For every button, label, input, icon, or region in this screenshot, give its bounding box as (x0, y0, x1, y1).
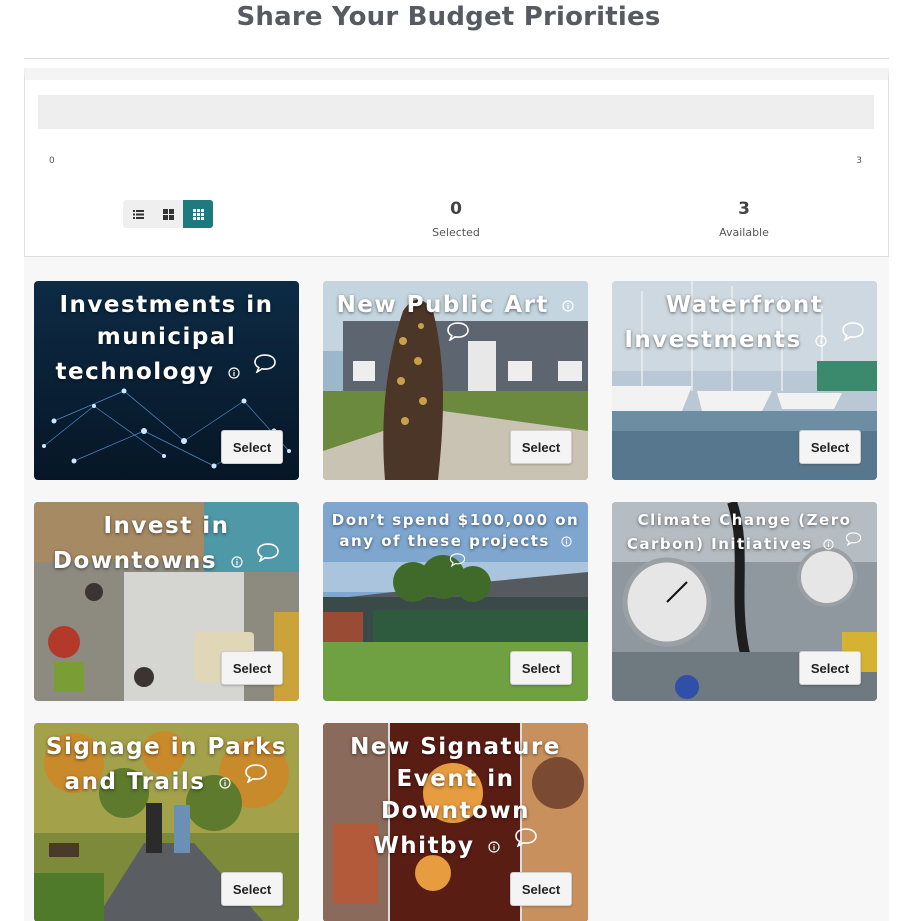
info-icon[interactable] (228, 366, 240, 379)
card-title: Waterfront Investments (618, 289, 871, 356)
info-icon[interactable] (219, 776, 231, 789)
select-button[interactable]: Select (221, 651, 283, 685)
small-grid-view-button[interactable] (183, 200, 213, 228)
small-grid-icon (192, 208, 204, 220)
info-icon[interactable] (560, 536, 572, 547)
info-icon[interactable] (823, 539, 835, 550)
list-icon (132, 209, 144, 219)
selection-progress-bar (38, 95, 874, 129)
comment-icon[interactable] (256, 542, 280, 562)
comment-icon[interactable] (446, 321, 470, 341)
priority-card-climate-change[interactable]: Climate Change (Zero Carbon) Initiatives… (612, 502, 877, 701)
comment-icon[interactable] (841, 321, 865, 341)
comment-icon[interactable] (845, 531, 862, 546)
card-title: Signage in Parks and Trails (45, 734, 288, 795)
select-button[interactable]: Select (221, 430, 283, 464)
selected-label: Selected (432, 226, 480, 239)
page-title: Share Your Budget Priorities (236, 2, 661, 32)
priority-card-signature-event[interactable]: New Signature Event in Downtown Whitby S… (323, 723, 588, 921)
selection-summary-panel: 0 3 0 Selected 3 Available (24, 68, 889, 257)
info-icon[interactable] (562, 299, 575, 312)
selected-stat: 0 Selected (386, 199, 526, 239)
priority-card-invest-in-downtowns[interactable]: Invest in Downtowns Select (34, 502, 299, 701)
progress-min-label: 0 (49, 156, 55, 166)
comment-icon[interactable] (244, 763, 268, 783)
priority-card-signage-parks-trails[interactable]: Signage in Parks and Trails Select (34, 723, 299, 921)
priority-card-dont-spend[interactable]: Don’t spend $100,000 on any of these pro… (323, 502, 588, 701)
priority-card-municipal-technology[interactable]: Investments in municipal technology Sele… (34, 281, 299, 480)
large-grid-icon (162, 208, 174, 220)
list-view-button[interactable] (123, 200, 153, 228)
select-button[interactable]: Select (510, 651, 572, 685)
card-title: New Public Art (329, 289, 582, 356)
progress-max-label: 3 (856, 156, 862, 166)
available-stat: 3 Available (674, 199, 814, 239)
card-title: New Signature Event in Downtown Whitby (350, 734, 561, 859)
available-count: 3 (738, 199, 750, 219)
priority-cards-grid: Investments in municipal technology Sele… (24, 257, 889, 921)
card-title: Don’t spend $100,000 on any of these pro… (329, 510, 582, 576)
select-button[interactable]: Select (799, 651, 861, 685)
card-title: Investments in municipal technology (40, 289, 293, 388)
info-icon[interactable] (488, 840, 500, 853)
select-button[interactable]: Select (221, 872, 283, 906)
header-divider (24, 58, 889, 59)
select-button[interactable]: Select (799, 430, 861, 464)
info-icon[interactable] (230, 555, 243, 568)
priority-card-new-public-art[interactable]: New Public Art Select (323, 281, 588, 480)
select-button[interactable]: Select (510, 430, 572, 464)
select-button[interactable]: Select (510, 872, 572, 906)
priority-card-waterfront-investments[interactable]: Waterfront Investments Select (612, 281, 877, 480)
comment-icon[interactable] (253, 353, 277, 373)
card-title: Invest in Downtowns (40, 510, 293, 577)
view-toggle (123, 200, 213, 228)
comment-icon[interactable] (514, 827, 538, 847)
comment-icon[interactable] (449, 552, 466, 567)
info-icon[interactable] (815, 334, 827, 347)
available-label: Available (719, 226, 769, 239)
card-title: Climate Change (Zero Carbon) Initiatives (618, 510, 871, 555)
selected-count: 0 (450, 199, 462, 219)
large-grid-view-button[interactable] (153, 200, 183, 228)
